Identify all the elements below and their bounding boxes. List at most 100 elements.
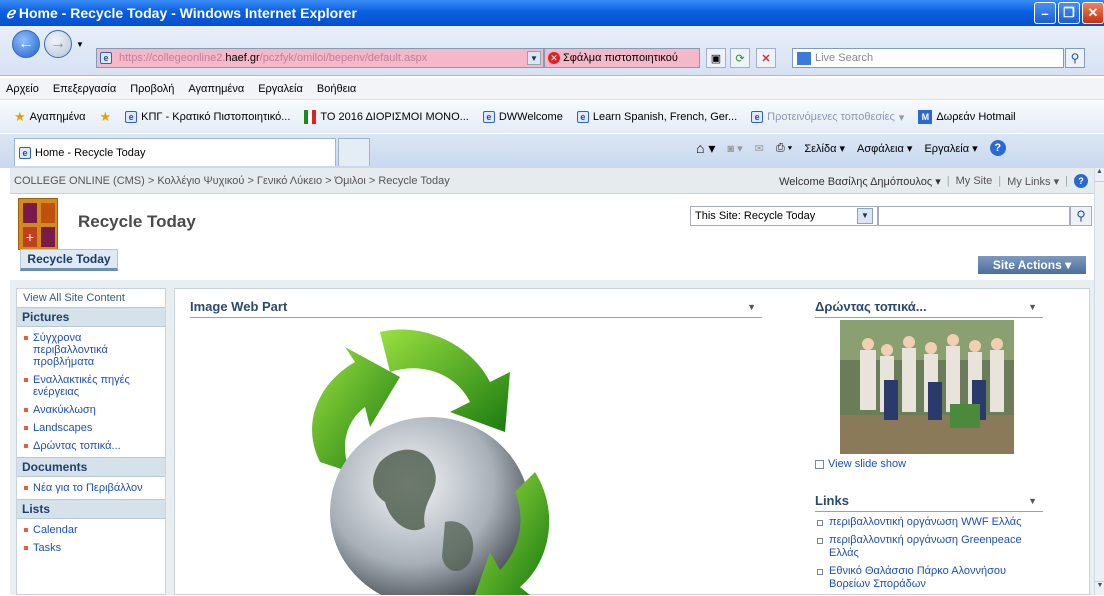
forward-button[interactable]: → bbox=[44, 30, 72, 58]
webpart-title-image: Image Web Part ▼ bbox=[190, 296, 762, 318]
live-search-input[interactable]: Live Search ⚲ bbox=[792, 48, 1085, 68]
menu-tools[interactable]: Εργαλεία bbox=[258, 83, 303, 95]
compat-view-icon[interactable]: ▣ bbox=[706, 48, 726, 68]
page-menu[interactable]: Σελίδα ▾ bbox=[804, 142, 845, 155]
webpart-menu-icon[interactable]: ▼ bbox=[747, 302, 756, 312]
view-all-content-link[interactable]: View All Site Content bbox=[17, 289, 165, 307]
menu-edit[interactable]: Επεξεργασία bbox=[53, 83, 116, 95]
help-icon[interactable]: ? bbox=[989, 140, 1006, 156]
read-mail-icon[interactable]: ✉ bbox=[755, 142, 764, 155]
breadcrumb[interactable]: COLLEGE ONLINE (CMS) > Κολλέγιο Ψυχικού … bbox=[14, 175, 450, 187]
certificate-error-button[interactable]: ✕ Σφάλμα πιστοποιητικού bbox=[544, 48, 700, 68]
shield-error-icon: ✕ bbox=[548, 52, 560, 64]
stop-icon[interactable]: ✕ bbox=[756, 48, 776, 68]
webpart-title-label: Links bbox=[815, 493, 849, 508]
safety-menu[interactable]: Ασφάλεια ▾ bbox=[857, 142, 912, 155]
url-prefix: https://collegeonline2. bbox=[119, 52, 226, 64]
webpart-title-label: Δρώντας τοπικά... bbox=[815, 299, 927, 314]
fav-item-dwwelcome[interactable]: e DWWelcome bbox=[482, 111, 563, 123]
fav-item-label: Learn Spanish, French, Ger... bbox=[592, 111, 738, 123]
favorites-button[interactable]: ★ Αγαπημένα bbox=[14, 109, 85, 125]
scroll-up-icon[interactable]: ▲ bbox=[1095, 168, 1104, 182]
menu-file[interactable]: Αρχείο bbox=[6, 83, 39, 95]
page-menu-label: Σελίδα bbox=[804, 142, 837, 155]
search-scope-select[interactable]: This Site: Recycle Today ▼ bbox=[690, 206, 878, 226]
fav-item-label: DWWelcome bbox=[498, 111, 563, 123]
chevron-down-icon: ▼ bbox=[857, 208, 873, 224]
view-slideshow-label: View slide show bbox=[828, 458, 907, 470]
url-suffix: /pczfyk/omiloi/bepenv/default.aspx bbox=[259, 52, 428, 64]
quick-item[interactable]: Calendar bbox=[17, 521, 165, 539]
search-scope-value: This Site: Recycle Today bbox=[695, 210, 816, 222]
sp-help-icon[interactable]: ? bbox=[1074, 174, 1088, 188]
quick-item[interactable]: Tasks bbox=[17, 539, 165, 557]
fav-item-suggested-sites[interactable]: e Προτεινόμενες τοποθεσίες ▾ bbox=[751, 111, 904, 124]
back-button[interactable]: ← bbox=[12, 30, 40, 58]
webpart-menu-icon[interactable]: ▼ bbox=[1028, 496, 1037, 506]
site-title[interactable]: Recycle Today bbox=[78, 212, 196, 232]
url-domain: haef.gr bbox=[225, 52, 260, 64]
site-search-input[interactable] bbox=[878, 206, 1070, 226]
refresh-icon[interactable]: ⟳ bbox=[730, 48, 750, 68]
welcome-menu[interactable]: Welcome Βασίλης Δημόπουλος ▾ bbox=[779, 175, 941, 188]
fav-item-hotmail[interactable]: M Δωρεάν Hotmail bbox=[918, 110, 1016, 124]
fav-item-kpg[interactable]: e ΚΠΓ - Κρατικό Πιστοποιητικό... bbox=[125, 111, 290, 123]
window-titlebar: ℯ Home - Recycle Today - Windows Interne… bbox=[0, 0, 1104, 26]
fav-item-diorismoi[interactable]: ΤΟ 2016 ΔΙΟΡΙΣΜΟΙ ΜΟΝΟ... bbox=[304, 110, 469, 124]
star-icon: ★ bbox=[14, 109, 26, 124]
print-icon[interactable]: ⎙ ▾ bbox=[776, 142, 792, 155]
tools-menu[interactable]: Εργαλεία ▾ bbox=[924, 142, 977, 155]
favorites-bar: ★ Αγαπημένα ★ e ΚΠΓ - Κρατικό Πιστοποιητικ… bbox=[0, 101, 1104, 133]
link-item[interactable]: περιβαλλοντική οργάνωση WWF Ελλάς bbox=[815, 516, 1041, 529]
address-dropdown-icon[interactable]: ▼ bbox=[527, 51, 541, 65]
webpart-menu-icon[interactable]: ▼ bbox=[1028, 302, 1037, 312]
quick-item[interactable]: Ανακύκλωση bbox=[17, 401, 165, 419]
school-crest-logo: + bbox=[18, 198, 58, 250]
menu-favorites[interactable]: Αγαπημένα bbox=[188, 83, 244, 95]
page-icon: e bbox=[576, 111, 589, 123]
safety-menu-label: Ασφάλεια bbox=[857, 142, 904, 155]
quick-head-documents[interactable]: Documents bbox=[17, 457, 165, 477]
address-input[interactable]: e https://collegeonline2. haef.gr/pczfyk/… bbox=[96, 48, 544, 68]
slideshow-photo[interactable] bbox=[840, 320, 1014, 454]
my-site-link[interactable]: My Site bbox=[956, 175, 993, 187]
quick-item[interactable]: Σύγχρονα περιβαλλοντικά προβλήματα bbox=[17, 329, 135, 371]
history-dropdown-icon[interactable]: ▼ bbox=[76, 40, 84, 49]
home-icon[interactable]: ⌂ ▾ bbox=[696, 140, 715, 157]
feeds-icon[interactable]: ◙ ▾ bbox=[727, 142, 742, 155]
quick-item[interactable]: Δρώντας τοπικά... bbox=[17, 437, 165, 455]
site-actions-button[interactable]: Site Actions ▾ bbox=[978, 256, 1086, 274]
menu-help[interactable]: Βοήθεια bbox=[317, 83, 356, 95]
minimize-button[interactable]: – bbox=[1034, 2, 1056, 24]
menu-bar: Αρχείο Επεξεργασία Προβολή Αγαπημένα Εργ… bbox=[0, 78, 1104, 100]
fav-item-learn-spanish[interactable]: e Learn Spanish, French, Ger... bbox=[576, 111, 738, 123]
tab-home[interactable]: e Home - Recycle Today bbox=[14, 138, 336, 166]
my-links-label: My Links bbox=[1007, 175, 1051, 188]
site-actions-label: Site Actions bbox=[992, 258, 1062, 272]
live-search-logo-icon bbox=[797, 52, 811, 65]
fav-item-label: ΚΠΓ - Κρατικό Πιστοποιητικό... bbox=[141, 111, 291, 123]
quick-item[interactable]: Νέα για το Περιβάλλον bbox=[17, 479, 165, 497]
vertical-scrollbar[interactable]: ▲ ▼ bbox=[1094, 168, 1104, 595]
link-item[interactable]: περιβαλλοντική οργάνωση Greenpeace Ελλάς bbox=[815, 534, 1037, 560]
new-tab-button[interactable] bbox=[338, 138, 370, 166]
close-button[interactable]: ✕ bbox=[1082, 2, 1104, 24]
quick-item[interactable]: Landscapes bbox=[17, 419, 165, 437]
quick-head-pictures[interactable]: Pictures bbox=[17, 307, 165, 327]
live-search-placeholder: Live Search bbox=[815, 52, 874, 64]
fav-item-label: Προτεινόμενες τοποθεσίες bbox=[767, 111, 895, 123]
quick-head-lists[interactable]: Lists bbox=[17, 499, 165, 519]
fav-item-label: ΤΟ 2016 ΔΙΟΡΙΣΜΟΙ ΜΟΝΟ... bbox=[320, 111, 469, 123]
scroll-down-icon[interactable]: ▼ bbox=[1095, 581, 1104, 595]
search-icon[interactable]: ⚲ bbox=[1065, 48, 1085, 68]
menu-view[interactable]: Προβολή bbox=[130, 83, 174, 95]
view-slideshow-link[interactable]: View slide show bbox=[815, 458, 906, 470]
maximize-button[interactable]: ❐ bbox=[1058, 2, 1080, 24]
site-search-icon[interactable]: ⚲ bbox=[1070, 206, 1092, 226]
quick-launch: View All Site Content Pictures Σύγχρονα … bbox=[16, 288, 166, 595]
quick-item[interactable]: Εναλλακτικές πηγές ενέργειας bbox=[17, 371, 147, 401]
my-links-menu[interactable]: My Links ▾ bbox=[1007, 175, 1059, 188]
link-item[interactable]: Εθνικό Θαλάσσιο Πάρκο Αλοννήσου Βορείων … bbox=[815, 565, 1031, 591]
add-favorite-icon[interactable]: ★ bbox=[99, 109, 111, 125]
topnav-tab-recycle-today[interactable]: Recycle Today bbox=[20, 249, 118, 271]
